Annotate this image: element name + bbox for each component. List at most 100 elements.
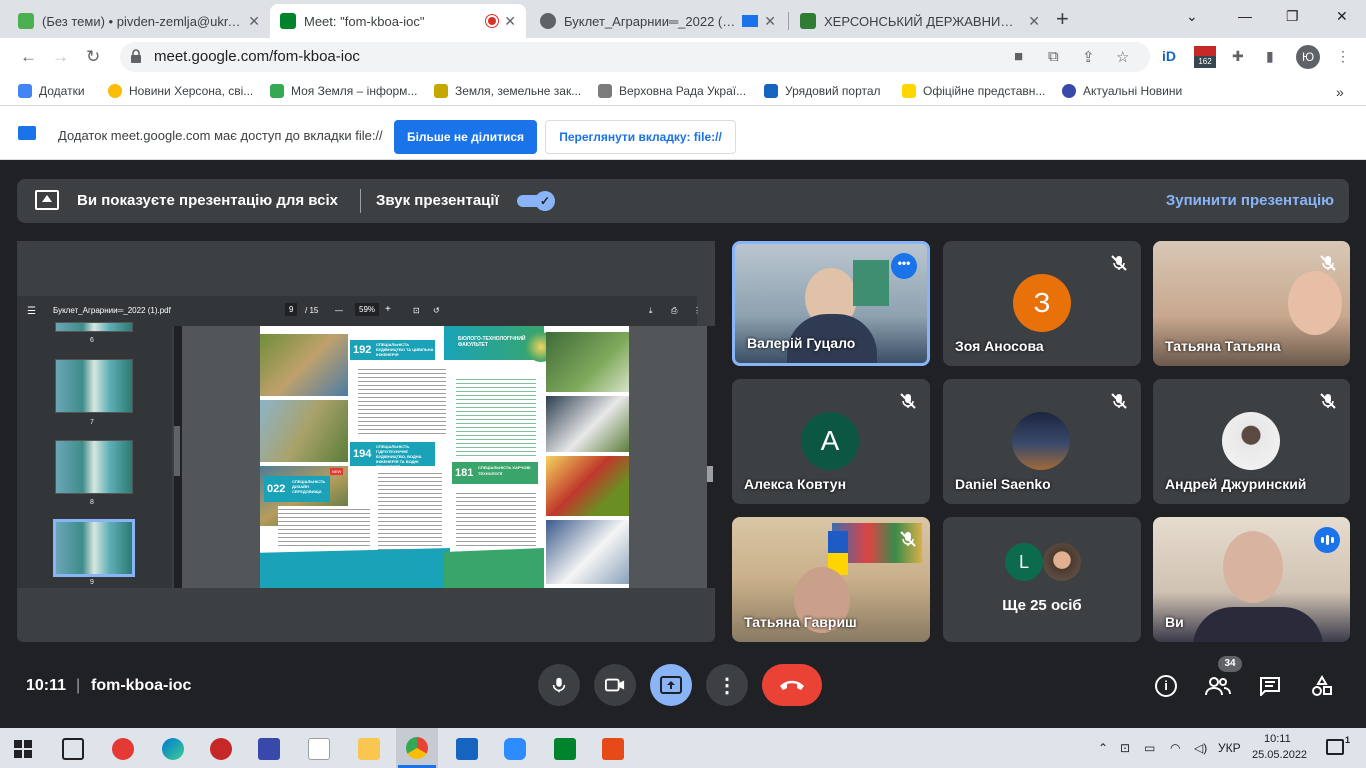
pdf-thumbnail[interactable] — [55, 322, 133, 332]
save-disk-icon[interactable] — [258, 738, 280, 760]
edge-icon[interactable] — [162, 738, 184, 760]
battery-icon[interactable]: ▭ — [1144, 741, 1155, 755]
bookmark-item[interactable]: Урядовий портал — [764, 84, 881, 98]
more-options-button[interactable]: ⋮ — [706, 664, 748, 706]
app-icon[interactable] — [210, 738, 232, 760]
profile-avatar[interactable]: Ю — [1296, 45, 1320, 69]
network-adapter-icon[interactable]: ⊡ — [1120, 741, 1130, 755]
browser-tab-mail[interactable]: (Без теми) • pivden-zemlja@ukr.net ✕ — [8, 4, 270, 38]
pdf-page-input[interactable]: 9 — [285, 303, 298, 316]
view-tab-button[interactable]: Переглянути вкладку: file:// — [545, 120, 736, 154]
participant-tile[interactable]: А Алекса Ковтун — [732, 379, 930, 504]
bookmarks-overflow-icon[interactable]: » — [1336, 84, 1344, 100]
participant-tile[interactable]: З Зоя Аносова — [943, 241, 1141, 366]
calendar-extension-icon[interactable]: 162 — [1194, 46, 1216, 70]
volume-icon[interactable]: ◁) — [1194, 741, 1207, 755]
participant-tile[interactable]: Татьяна Татьяна — [1153, 241, 1350, 366]
print-icon[interactable]: ⎙ — [671, 306, 677, 316]
chat-button[interactable] — [1256, 672, 1284, 700]
rotate-icon[interactable]: ↺ — [433, 306, 440, 315]
pdf-thumbnail[interactable] — [55, 359, 133, 413]
leave-call-button[interactable] — [762, 664, 822, 706]
microphone-icon — [552, 677, 566, 693]
participant-tile-active[interactable]: ••• Валерій Гуцало — [732, 241, 930, 366]
word-icon[interactable] — [456, 738, 478, 760]
windows-start-icon[interactable] — [14, 740, 32, 758]
reload-icon[interactable]: ↻ — [86, 47, 100, 67]
microphone-button[interactable] — [538, 664, 580, 706]
bookmark-apps[interactable]: Додатки — [18, 84, 85, 98]
zoom-out-icon[interactable]: — — [335, 306, 343, 315]
back-icon[interactable]: ← — [20, 47, 37, 67]
side-panel-icon[interactable]: ▮ — [1266, 48, 1274, 65]
window-close-icon[interactable]: ✕ — [1336, 8, 1348, 25]
pdf-thumbnail-selected[interactable] — [53, 519, 135, 577]
activities-button[interactable] — [1308, 672, 1336, 700]
people-button[interactable] — [1204, 672, 1232, 700]
more-participants-tile[interactable]: L Ще 25 осіб — [943, 517, 1141, 642]
tab-search-icon[interactable]: ⌄ — [1186, 8, 1198, 25]
meeting-details-button[interactable]: i — [1152, 672, 1180, 700]
zoom-in-icon[interactable]: + — [385, 304, 391, 315]
close-icon[interactable]: ✕ — [248, 13, 260, 30]
task-view-icon[interactable] — [62, 738, 84, 760]
opera-icon[interactable] — [112, 738, 134, 760]
presentation-audio-toggle[interactable]: ✓ — [517, 191, 559, 211]
bookmark-item[interactable]: Новини Херсона, сві... — [108, 84, 253, 98]
info-icon: i — [1155, 675, 1177, 697]
chrome-taskbar-item[interactable] — [396, 728, 438, 768]
bookmark-item[interactable]: Актуальні Новини — [1062, 84, 1182, 98]
camera-button[interactable] — [594, 664, 636, 706]
url-text: meet.google.com/fom-kboa-ioc — [154, 48, 360, 65]
puzzle-icon[interactable]: ✚ — [1232, 48, 1244, 65]
download-icon[interactable]: ⤓ — [649, 306, 653, 316]
self-tile[interactable]: Ви — [1153, 517, 1350, 642]
pdf-zoom[interactable]: 59% — [355, 303, 380, 316]
zoom-icon[interactable] — [504, 738, 526, 760]
pdf-scrollbar[interactable] — [707, 326, 715, 588]
photo — [546, 332, 629, 392]
bookmark-item[interactable]: Офіційне представн... — [902, 84, 1045, 98]
id-extension-icon[interactable]: iD — [1162, 48, 1176, 64]
forward-icon[interactable]: → — [52, 47, 69, 67]
stop-sharing-button[interactable]: Більше не ділитися — [394, 120, 537, 154]
document-icon[interactable] — [308, 738, 330, 760]
google-meet-icon[interactable] — [554, 738, 576, 760]
restore-icon[interactable]: ❐ — [1286, 8, 1299, 25]
more-options-icon[interactable]: ••• — [891, 253, 917, 279]
participant-tile[interactable]: Татьяна Гавриш — [732, 517, 930, 642]
pdf-thumbnail[interactable] — [55, 440, 133, 494]
share-icon[interactable]: ⇪ — [1082, 48, 1095, 66]
camera-icon[interactable]: ■ — [1014, 48, 1023, 65]
browser-tab-meet[interactable]: Meet: "fom-kboa-ioc" ✕ — [270, 4, 526, 38]
new-tab-icon[interactable]: + — [1056, 6, 1069, 32]
close-icon[interactable]: ✕ — [764, 13, 776, 30]
participant-avatar: А — [801, 412, 859, 470]
file-explorer-icon[interactable] — [358, 738, 380, 760]
bookmark-item[interactable]: Земля, земельне зак... — [434, 84, 581, 98]
address-bar[interactable]: meet.google.com/fom-kboa-ioc ■ ⧉ ⇪ ☆ — [120, 42, 1150, 72]
hamburger-icon[interactable]: ☰ — [27, 306, 36, 317]
menu-kebab-icon[interactable]: ⋮ — [1336, 48, 1350, 65]
close-icon[interactable]: ✕ — [504, 13, 516, 30]
participant-tile[interactable]: Андрей Джуринский — [1153, 379, 1350, 504]
fit-page-icon[interactable]: ⊡ — [413, 306, 420, 315]
more-icon[interactable]: ⋮ — [693, 306, 701, 315]
minimize-icon[interactable]: — — [1238, 8, 1252, 24]
notification-center-icon[interactable]: 1 — [1326, 735, 1350, 755]
language-indicator[interactable]: УКР — [1218, 741, 1241, 755]
open-in-new-icon[interactable]: ⧉ — [1048, 48, 1059, 65]
present-now-button[interactable] — [650, 664, 692, 706]
bookmark-star-icon[interactable]: ☆ — [1116, 48, 1129, 66]
browser-tab-university[interactable]: ХЕРСОНСЬКИЙ ДЕРЖАВНИЙ АГРАРНИЙ ✕ — [790, 4, 1050, 38]
bookmark-item[interactable]: Верховна Рада Украї... — [598, 84, 746, 98]
browser-tab-pdf[interactable]: Буклет_Аграрнии═_2022 (1).pdf ✕ — [530, 4, 786, 38]
bookmark-item[interactable]: Моя Земля – інформ... — [270, 84, 417, 98]
wifi-icon[interactable]: ◠ — [1170, 741, 1180, 755]
close-icon[interactable]: ✕ — [1028, 13, 1040, 30]
tray-chevron-icon[interactable]: ⌃ — [1098, 741, 1108, 755]
stop-presenting-link[interactable]: Зупинити презентацію — [1166, 192, 1334, 209]
participant-tile[interactable]: Daniel Saenko — [943, 379, 1141, 504]
thumb-scrollbar[interactable] — [174, 326, 182, 588]
powerpoint-icon[interactable] — [602, 738, 624, 760]
